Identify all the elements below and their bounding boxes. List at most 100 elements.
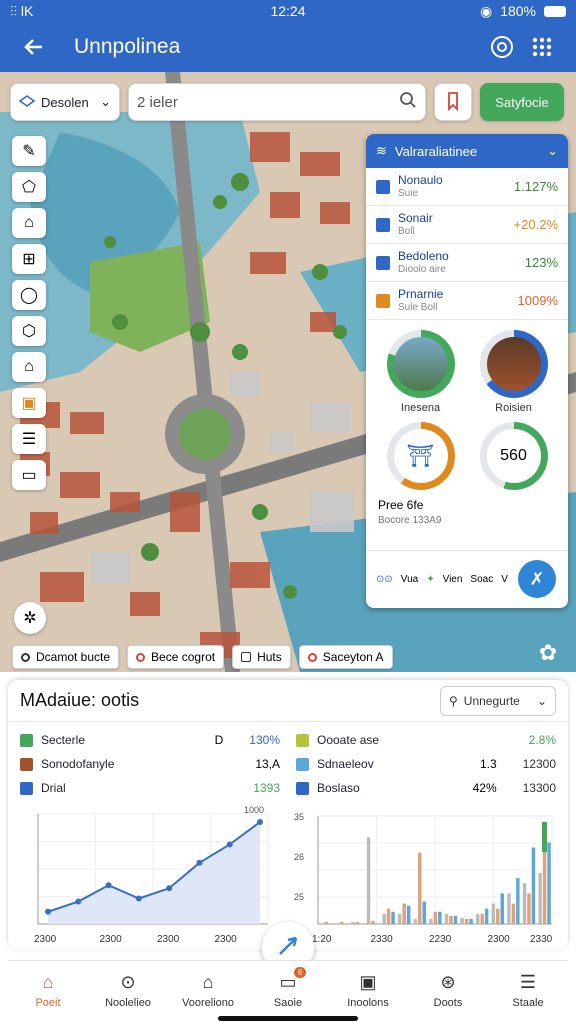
nav-item-label: Poeit — [35, 997, 61, 1009]
nav-item[interactable]: ⊛ Doots — [408, 961, 488, 1020]
stat-row[interactable]: Secterle D 130% — [20, 728, 280, 752]
x-tick-label: 2330 — [371, 934, 394, 945]
info-row[interactable]: Sonair Boll +20.2% — [366, 206, 568, 244]
category-dropdown[interactable]: ⚲ Unnegurte ⌄ — [440, 685, 556, 716]
nav-item-label: Doots — [433, 997, 463, 1009]
map-tool-column: ✎ ⬠ ⌂ ⊞ ◯ ⬡ ⌂ ▣ ☰ ▭ — [12, 136, 48, 490]
x-tick-label: 1:20 — [312, 934, 332, 945]
tag-tool-button[interactable]: ⌂ — [12, 208, 46, 238]
bar — [449, 915, 453, 924]
nav-item[interactable]: ⌂ Vooreliono — [168, 961, 248, 1020]
list-tool-button[interactable]: ☰ — [12, 424, 46, 454]
info-row-name: Sonair — [398, 210, 433, 225]
area-tool-button[interactable]: ⬡ — [12, 316, 46, 346]
building-icon: ⌂ — [24, 358, 34, 375]
notifications-icon: ⊙ — [120, 972, 136, 992]
bar — [371, 920, 375, 924]
info-row-icon — [376, 179, 390, 194]
compass-button[interactable]: ✲ — [14, 602, 46, 634]
stat-row[interactable]: Drial 1393 — [20, 776, 280, 800]
legend-item[interactable]: Saceyton A — [298, 645, 393, 669]
nav-item[interactable]: ▣ Inoolons — [328, 961, 408, 1020]
info-row[interactable]: Bedoleno Dioolo aire 123% — [366, 244, 568, 282]
map-settings-button[interactable]: ✿ — [530, 638, 566, 668]
apply-action-button[interactable]: Satyfocie — [480, 83, 564, 121]
stat-row[interactable]: Oooate ase 2.8% — [296, 728, 556, 752]
nav-item[interactable]: ☰ Staale — [488, 961, 568, 1020]
folder-tool-button[interactable]: ▭ — [12, 460, 46, 490]
stat-row[interactable]: Sonodofanyle 13,A — [20, 752, 280, 776]
bar — [500, 893, 504, 924]
search-input[interactable]: 2 ieler — [128, 83, 426, 121]
stat-label: Boslaso — [317, 781, 360, 795]
bar — [511, 903, 516, 924]
info-row-sub: Boll — [398, 225, 415, 237]
bar — [351, 921, 355, 924]
preview-title: Pree 6fe — [378, 498, 424, 512]
info-row[interactable]: Prnarnie Sule Boll 1009% — [366, 282, 568, 320]
stat-extra: D — [214, 733, 224, 747]
bar — [382, 913, 386, 924]
nav-item[interactable]: ⌂ Poeit — [8, 961, 88, 1020]
building-icon: ⌂ — [202, 972, 214, 992]
bar-chart[interactable]: 1:20 2330 2230 2300 2330 35 26 25 — [290, 804, 560, 946]
shape-tool-button[interactable]: ◯ — [12, 280, 46, 310]
gauge-card[interactable]: 560 — [471, 422, 556, 490]
tools-fab[interactable]: ✗ — [518, 560, 556, 598]
wrench-icon: ✗ — [529, 568, 545, 589]
gauge-card[interactable]: ⛩ — [378, 422, 463, 490]
info-panel-header[interactable]: ≋ Valraraliatinee ⌄ — [366, 134, 568, 168]
gauge-card[interactable]: Roisien — [471, 330, 556, 414]
stat-row[interactable]: Sdnaeleov 1.3 12300 — [296, 752, 556, 776]
gauge-card[interactable]: Inesena — [378, 330, 463, 414]
app-bar: Unnpolinea — [0, 22, 576, 72]
tower-icon: ⛩ — [393, 429, 448, 483]
info-row[interactable]: Nonaulo Suie 1.127% — [366, 168, 568, 206]
nav-item[interactable]: ⊙ Noolelieo — [88, 961, 168, 1020]
preview-block[interactable]: Pree 6fe Bocore 133A9 — [366, 490, 568, 526]
info-row-sub: Dioolo aire — [398, 263, 446, 275]
legend-item[interactable]: Bece cogrot — [127, 645, 225, 669]
stat-label: Secterle — [41, 733, 86, 747]
star-icon[interactable]: ✦ — [426, 574, 434, 585]
filter-toggle-button[interactable] — [434, 83, 472, 121]
grid-tool-button[interactable]: ⊞ — [12, 244, 46, 274]
stat-row[interactable]: Boslaso 42% 13300 — [296, 776, 556, 800]
bar — [516, 878, 520, 924]
nav-item[interactable]: ▭ 6 Saoie — [248, 961, 328, 1020]
gauge-ring: ⛩ — [386, 422, 455, 490]
line-chart[interactable]: 2300 2300 2300 2300 1000 — [16, 804, 278, 946]
bar — [491, 903, 496, 924]
info-row-sub: Sule Boll — [398, 301, 438, 313]
footer-mode-icon[interactable]: ⊙⊙ — [376, 574, 393, 585]
heat-tool-button[interactable]: ▣ — [12, 388, 46, 418]
bar — [406, 905, 411, 924]
pen-tool-button[interactable]: ✎ — [12, 136, 46, 166]
bar — [469, 918, 473, 924]
stat-value: 130% — [249, 733, 280, 747]
nav-item-label: Saoie — [273, 997, 303, 1009]
bar — [496, 908, 500, 924]
pen-icon: ✎ — [22, 143, 36, 160]
data-point — [105, 882, 112, 889]
target-search-icon[interactable] — [482, 27, 522, 67]
thumbnail-image — [393, 337, 448, 391]
clock-text: 12:24 — [270, 3, 306, 19]
gauge-value: 560 — [500, 447, 527, 464]
legend-item[interactable]: Huts — [232, 645, 291, 669]
stats-right-column: Oooate ase 2.8% Sdnaeleov 1.3 12300 Boslaso 42… — [296, 728, 556, 800]
area-icon: ⬡ — [22, 323, 36, 340]
legend-item[interactable]: Dcamot bucte — [12, 645, 120, 669]
location-chip[interactable]: Desolen ⌄ — [10, 83, 120, 121]
legend-label: Huts — [257, 650, 282, 664]
polygon-tool-button[interactable]: ⬠ — [12, 172, 46, 202]
chevron-down-icon: ⌄ — [100, 94, 111, 109]
back-arrow-icon[interactable] — [14, 27, 54, 67]
stat-label: Drial — [41, 781, 66, 795]
building-tool-button[interactable]: ⌂ — [12, 352, 46, 382]
y-tick-label: 1000 — [244, 805, 264, 815]
gauge-ring — [479, 330, 548, 398]
stat-extra: 1.3 — [479, 757, 497, 771]
grid-menu-icon[interactable] — [522, 27, 562, 67]
legend-dot-icon — [307, 652, 317, 662]
